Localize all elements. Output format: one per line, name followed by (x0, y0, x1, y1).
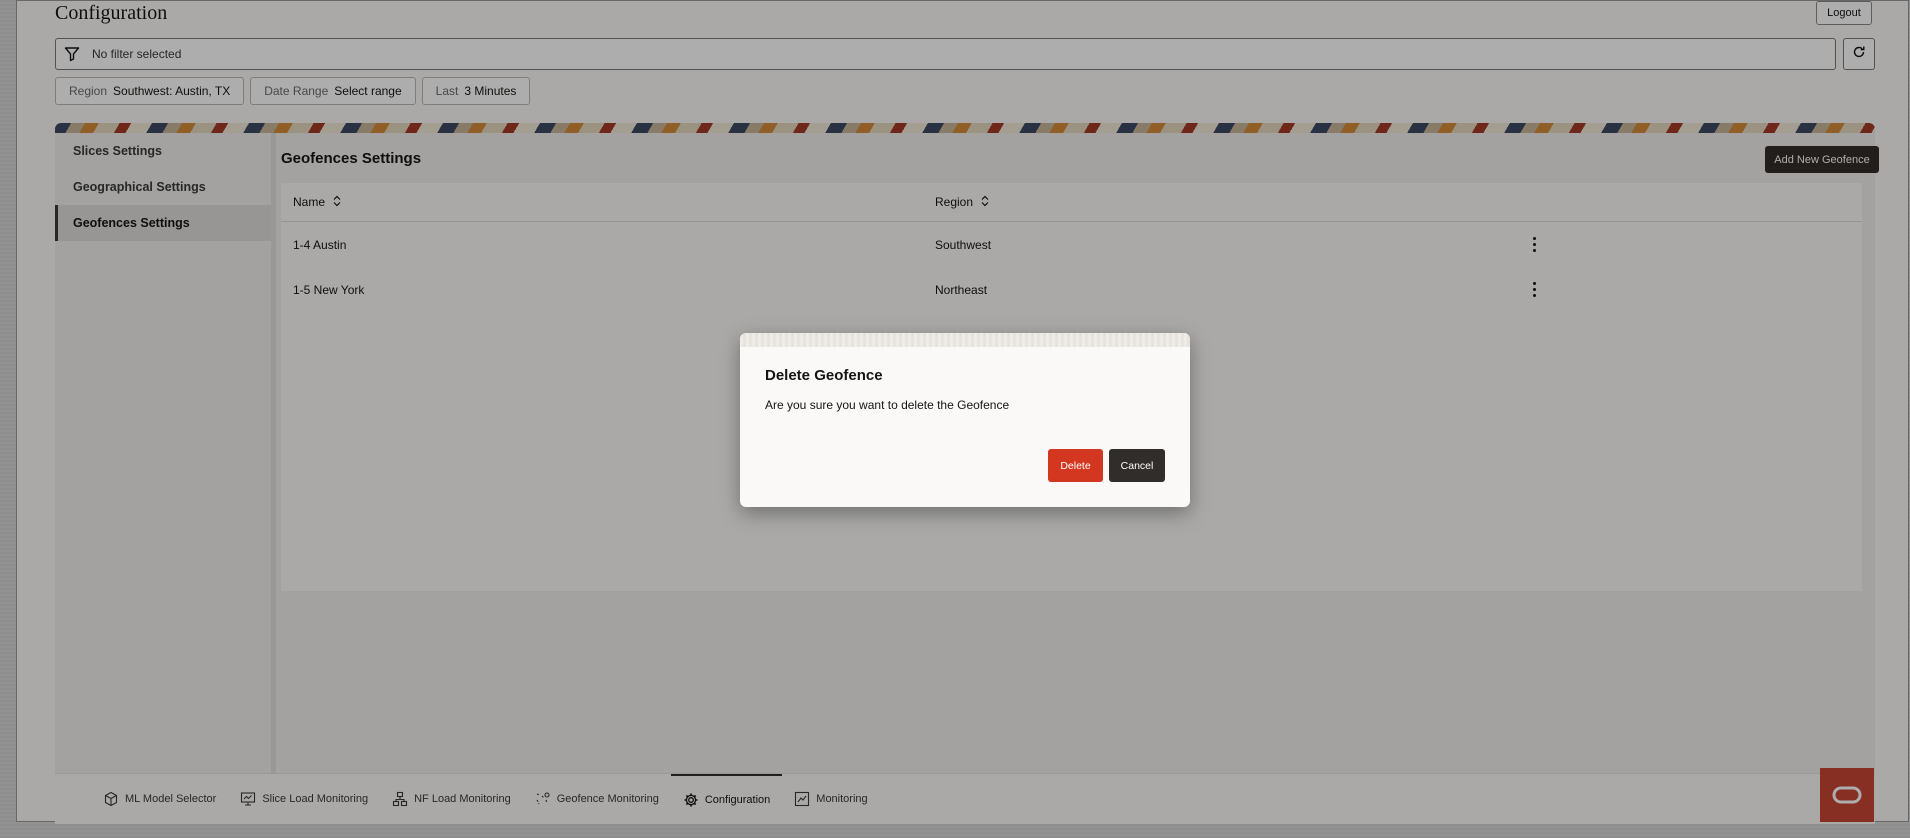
cancel-button[interactable]: Cancel (1109, 449, 1165, 482)
dialog-message: Are you sure you want to delete the Geof… (765, 398, 1010, 412)
delete-button[interactable]: Delete (1048, 449, 1103, 482)
dialog-texture (740, 333, 1190, 347)
dialog-title: Delete Geofence (765, 367, 883, 384)
delete-geofence-dialog: Delete Geofence Are you sure you want to… (740, 333, 1190, 507)
